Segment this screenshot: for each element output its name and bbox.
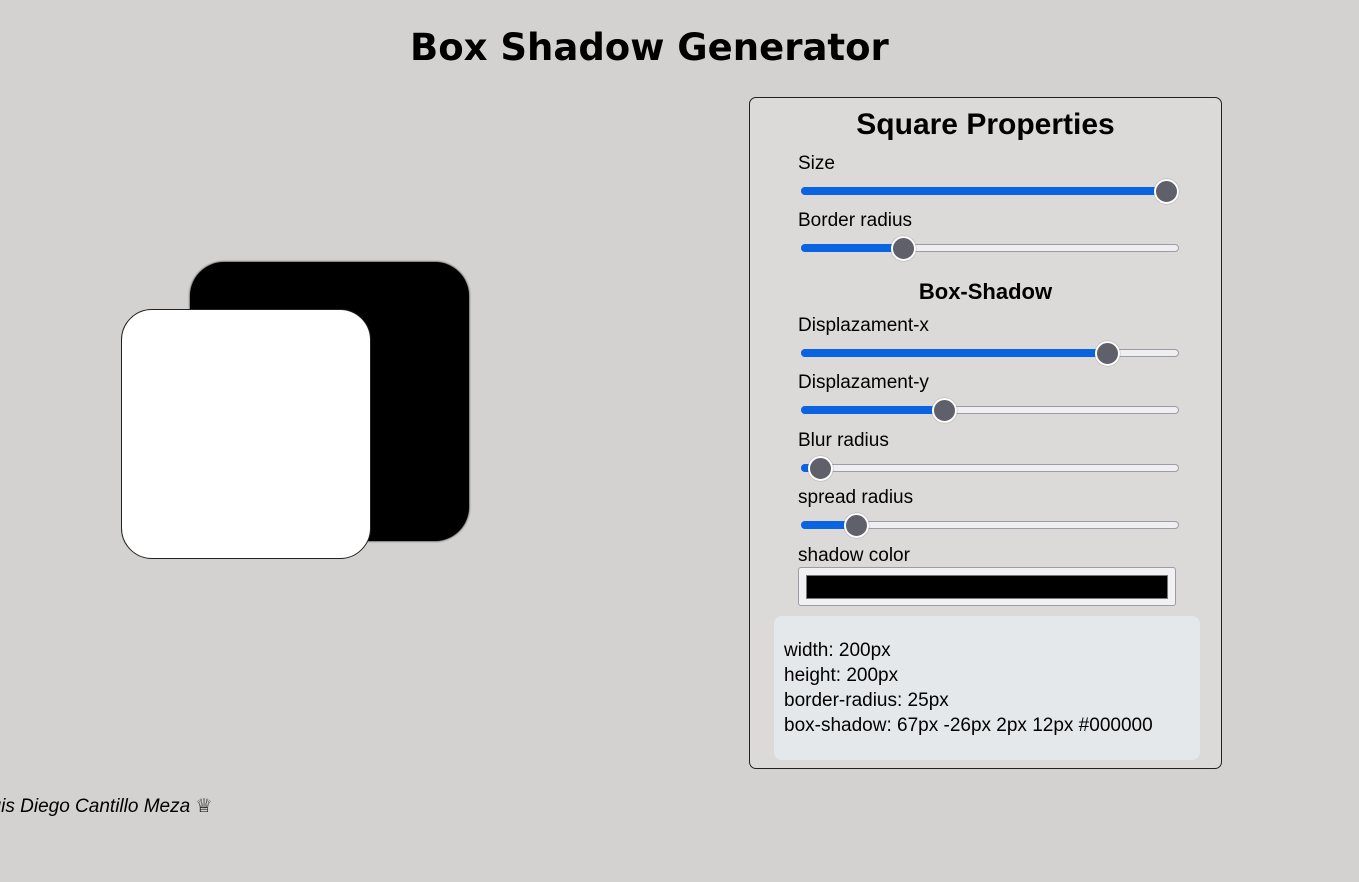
- displacement-y-slider-thumb[interactable]: [931, 398, 957, 423]
- shadow-color-swatch: [806, 575, 1168, 599]
- spread-radius-label: spread radius: [798, 487, 914, 508]
- panel-title: Square Properties: [856, 108, 1115, 141]
- square-properties-panel: Square Properties Size Border radius Box…: [749, 97, 1222, 769]
- output-box-shadow: box-shadow: 67px -26px 2px 12px #000000: [784, 715, 1153, 736]
- border-radius-label: Border radius: [798, 210, 913, 231]
- border-radius-slider-thumb[interactable]: [890, 236, 916, 261]
- border-radius-slider[interactable]: [801, 236, 1179, 261]
- spread-radius-slider[interactable]: [801, 513, 1179, 538]
- size-slider-thumb[interactable]: [1153, 179, 1179, 204]
- box-shadow-section-title: Box-Shadow: [918, 279, 1053, 304]
- blur-radius-slider-thumb[interactable]: [807, 456, 833, 481]
- blur-radius-label: Blur radius: [798, 430, 889, 451]
- spread-radius-slider-thumb[interactable]: [843, 513, 869, 538]
- size-slider-fill: [801, 187, 1166, 195]
- displacement-x-label: Displazament-x: [798, 315, 929, 336]
- output-width: width: 200px: [784, 640, 891, 661]
- output-border-radius: border-radius: 25px: [784, 690, 949, 711]
- shadow-color-picker[interactable]: [798, 567, 1176, 606]
- preview-square: [121, 309, 371, 559]
- page-title: Box Shadow Generator: [410, 26, 889, 69]
- displacement-x-slider[interactable]: [801, 341, 1179, 366]
- border-radius-slider-fill: [801, 244, 903, 252]
- size-label: Size: [798, 153, 835, 174]
- css-output-box: width: 200px height: 200px border-radius…: [774, 616, 1200, 760]
- displacement-y-slider[interactable]: [801, 398, 1179, 423]
- output-height: height: 200px: [784, 665, 899, 686]
- author-footer: Luis Diego Cantillo Meza ♕: [0, 796, 213, 817]
- displacement-x-slider-thumb[interactable]: [1095, 341, 1121, 366]
- blur-radius-slider[interactable]: [801, 456, 1179, 481]
- shadow-color-label: shadow color: [798, 545, 910, 566]
- displacement-x-slider-fill: [801, 349, 1108, 357]
- size-slider[interactable]: [801, 179, 1179, 204]
- displacement-y-label: Displazament-y: [798, 372, 929, 393]
- displacement-y-slider-fill: [801, 406, 944, 414]
